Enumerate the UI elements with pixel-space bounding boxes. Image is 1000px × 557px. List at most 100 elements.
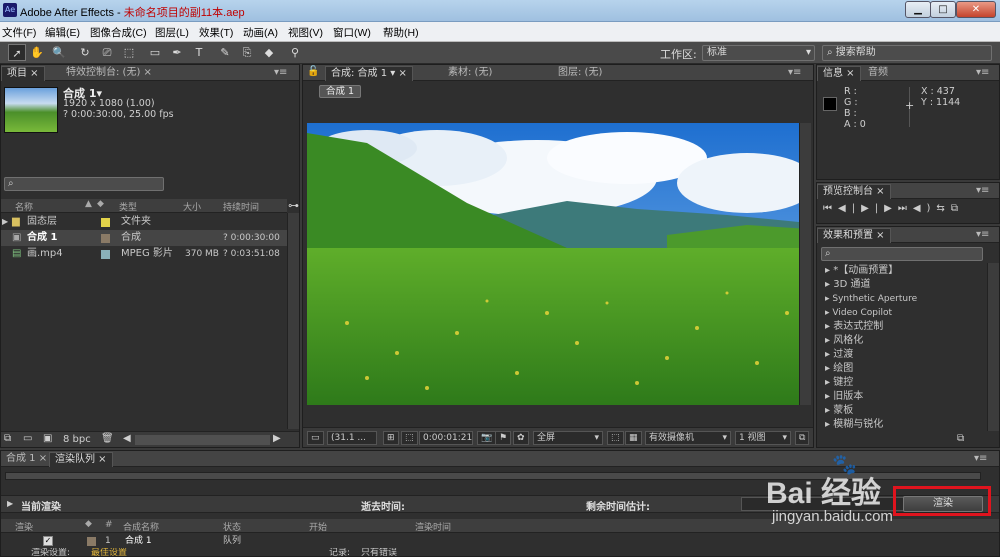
list-item[interactable]: ▣ 合成 1 合成 ? 0:00:30:00 [1,230,287,246]
play-icon[interactable]: ▶ [861,203,875,214]
ram-preview-icon[interactable]: ⧉ [951,203,964,214]
effect-category[interactable]: ▸ 3D 通道 [825,278,870,292]
resolution-select[interactable]: 全屏 ▾ [533,431,603,445]
hand-tool-icon[interactable]: ✋ [28,44,46,61]
effect-category[interactable]: ▸ Video Copilot [825,306,892,320]
workspace-select[interactable]: 标准 ▾ [702,45,815,61]
list-item[interactable]: ▤ 画.mp4 MPEG 影片 370 MB ? 0:03:51:08 [1,246,287,262]
tab-composition[interactable]: 合成: 合成 1 ▾ × [325,66,413,81]
tab-info[interactable]: 信息 × [817,66,861,81]
viewer-scrollbar[interactable] [799,123,811,405]
menu-window[interactable]: 窗口(W) [333,25,371,40]
label-color-swatch[interactable] [87,537,96,546]
last-frame-icon[interactable]: ⏭ [898,203,913,214]
rectangle-tool-icon[interactable]: ▭ [146,44,164,61]
scroll-left-icon[interactable]: ◀ [123,433,131,444]
loop-icon[interactable]: ⇆ [936,203,950,214]
menu-layer[interactable]: 图层(L) [155,25,189,40]
panel-menu-icon[interactable]: ▾≡ [971,184,994,199]
new-composition-icon[interactable]: ▣ [43,433,52,444]
first-frame-icon[interactable]: ⏮ [823,203,838,214]
transparency-grid-icon[interactable]: ▦ [625,431,642,445]
panel-menu-icon[interactable]: ▾≡ [971,66,994,81]
new-folder-icon[interactable]: ▭ [23,433,32,444]
camera-select[interactable]: 有效摄像机 ▾ [645,431,731,445]
sort-arrow-icon[interactable]: ▲ [85,199,92,209]
effect-category[interactable]: ▸ Synthetic Aperture [825,292,917,306]
expand-arrow-icon[interactable]: ▶ [7,499,13,508]
maximize-button[interactable]: □ [930,1,956,18]
tab-layer[interactable]: 图层: (无) [553,66,607,81]
search-help-input[interactable]: ⌕ 搜索帮助 [822,45,992,61]
menu-help[interactable]: 帮助(H) [383,25,419,40]
label-color-swatch[interactable] [101,250,110,259]
tab-preview[interactable]: 预览控制台 × [817,184,891,199]
effect-category[interactable]: ▸ *【动画预置】 [825,264,898,278]
interpret-footage-icon[interactable]: ⧉ [4,433,11,444]
panel-menu-icon[interactable]: ▾≡ [969,452,992,467]
channel-icon[interactable]: ✿ [513,431,529,445]
render-checkbox[interactable]: ✓ [43,536,53,546]
flowchart-icon[interactable]: ⊶ [288,199,299,212]
tab-render-queue[interactable]: 渲染队列 × [49,452,113,467]
text-tool-icon[interactable]: T [190,44,208,61]
effect-category[interactable]: ▸ 蒙板 [825,404,853,418]
effect-category[interactable]: ▸ 过渡 [825,348,853,362]
tab-footage[interactable]: 素材: (无) [443,66,497,81]
next-frame-icon[interactable]: |▶ [875,203,898,214]
menu-animation[interactable]: 动画(A) [243,25,278,40]
color-depth-label[interactable]: 8 bpc [63,434,91,445]
selection-tool-icon[interactable]: ➚ [8,44,26,61]
pan-behind-tool-icon[interactable]: ⬚ [120,44,138,61]
expand-arrow-icon[interactable]: ▶ [2,214,8,230]
lock-icon[interactable]: 🔓 [307,66,319,77]
new-animation-preset-icon[interactable]: ⧉ [957,433,964,444]
tab-project[interactable]: 项目 × [1,66,45,81]
audio-icon[interactable]: ◀) [913,203,937,214]
always-preview-icon[interactable]: ▭ [307,431,324,445]
effect-category[interactable]: ▸ 旧版本 [825,390,863,404]
safe-zones-icon[interactable]: ⊞ [383,431,399,445]
toggle-pixel-icon[interactable]: ⧉ [795,431,810,445]
views-select[interactable]: 1 视图 ▾ [735,431,791,445]
close-button[interactable]: ✕ [956,1,996,18]
menu-file[interactable]: 文件(F) [2,25,36,40]
effect-category[interactable]: ▸ 绘图 [825,362,853,376]
camera-tool-icon[interactable]: ⎚ [98,44,116,61]
rotate-tool-icon[interactable]: ↻ [76,44,94,61]
panel-menu-icon[interactable]: ▾≡ [269,66,292,81]
minimize-button[interactable]: ▁ [905,1,931,18]
table-row[interactable]: ✓ 1 合成 1 队列 [1,534,999,548]
log-select[interactable]: 只有错误 [361,548,397,557]
prev-frame-icon[interactable]: ◀| [838,203,861,214]
project-search-input[interactable]: ⌕ [4,177,164,191]
panel-menu-icon[interactable]: ▾≡ [971,228,994,243]
eraser-tool-icon[interactable]: ◆ [260,44,278,61]
menu-effect[interactable]: 效果(T) [199,25,233,40]
render-settings-value[interactable]: 最佳设置 [91,548,127,557]
zoom-tool-icon[interactable]: 🔍 [50,44,68,61]
label-color-swatch[interactable] [101,218,110,227]
pen-tool-icon[interactable]: ✒ [168,44,186,61]
puppet-tool-icon[interactable]: ⚲ [286,44,304,61]
effect-category[interactable]: ▸ 表达式控制 [825,320,883,334]
tab-effect-controls[interactable]: 特效控制台: (无) × [61,66,157,81]
panel-menu-icon[interactable]: ▾≡ [783,66,806,81]
show-snapshot-icon[interactable]: ⚑ [495,431,512,445]
trash-icon[interactable]: 🗑 [101,433,114,444]
effect-category[interactable]: ▸ 模糊与锐化 [825,418,883,432]
tab-composition-timeline[interactable]: 合成 1 × [1,452,52,467]
clone-stamp-tool-icon[interactable]: ⎘ [238,44,256,61]
effect-category[interactable]: ▸ 风格化 [825,334,863,348]
effect-category[interactable]: ▸ 键控 [825,376,853,390]
effects-scrollbar[interactable] [987,263,999,431]
effects-search-input[interactable]: ⌕ [821,247,983,261]
composition-viewer[interactable] [307,123,809,405]
magnification-select[interactable]: (31.1 ... [327,431,377,445]
menu-view[interactable]: 视图(V) [288,25,323,40]
horizontal-scrollbar[interactable] [135,435,270,445]
scroll-right-icon[interactable]: ▶ [273,433,281,444]
label-color-swatch[interactable] [101,234,110,243]
brush-tool-icon[interactable]: ✎ [216,44,234,61]
current-time-field[interactable]: 0:00:01:21 [419,431,473,445]
